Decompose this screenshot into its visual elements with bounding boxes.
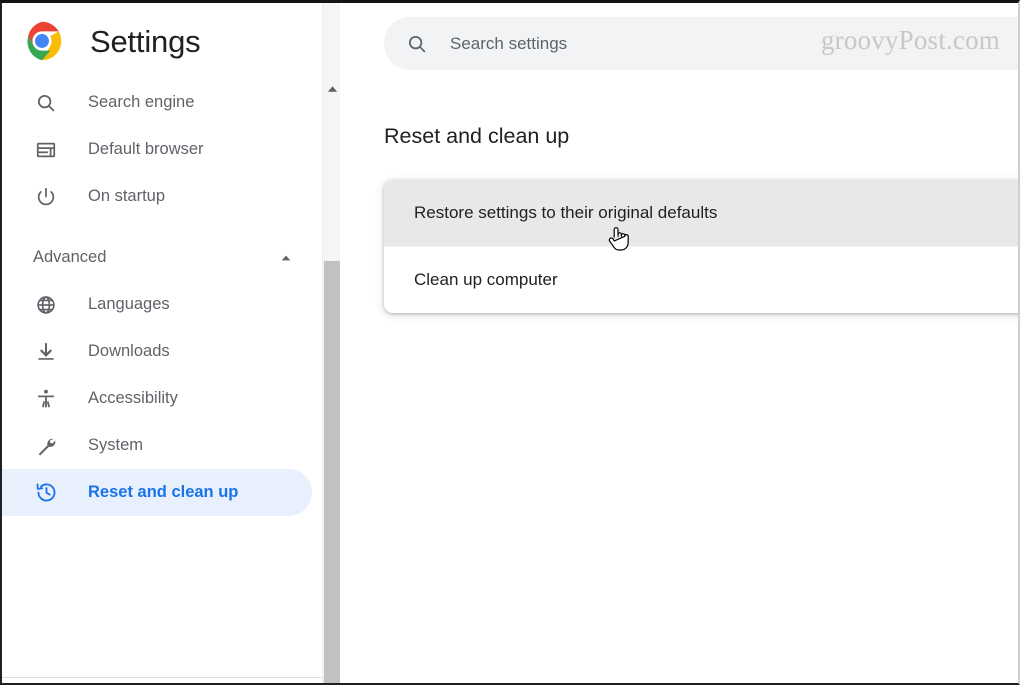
sidebar-item-reset-and-clean-up[interactable]: Reset and clean up [2, 469, 312, 516]
sidebar-item-label: Default browser [88, 140, 204, 158]
sidebar-item-label: System [88, 436, 144, 454]
sidebar-section-label: Advanced [33, 248, 107, 266]
triangle-up-icon[interactable] [323, 81, 341, 97]
settings-main-content: groovyPost.com Reset and clean up Restor… [344, 3, 1018, 683]
search-icon [406, 33, 428, 55]
sidebar-item-label: Downloads [88, 342, 170, 360]
download-icon [34, 340, 58, 364]
sidebar-item-label: Accessibility [88, 389, 178, 407]
row-label: Clean up computer [414, 270, 558, 289]
sidebar-item-search-engine[interactable]: Search engine [2, 79, 322, 126]
browser-settings-window: Settings Search engine Default browser O… [0, 0, 1020, 685]
sidebar-item-on-startup[interactable]: On startup [2, 173, 322, 220]
settings-sidebar: Settings Search engine Default browser O… [2, 3, 322, 683]
sidebar-item-default-browser[interactable]: Default browser [2, 126, 322, 173]
sidebar-item-accessibility[interactable]: Accessibility [2, 375, 322, 422]
sidebar-item-languages[interactable]: Languages [2, 281, 322, 328]
watermark-text: groovyPost.com [820, 25, 1000, 55]
sidebar-item-label: Search engine [88, 93, 195, 111]
sidebar-nav: Search engine Default browser On startup… [2, 79, 322, 683]
accessibility-icon [34, 387, 58, 411]
scrollbar-thumb[interactable] [324, 261, 340, 683]
sidebar-item-label: On startup [88, 187, 166, 205]
sidebar-item-system[interactable]: System [2, 422, 322, 469]
reset-options-card: Restore settings to their original defau… [384, 180, 1018, 313]
sidebar-item-downloads[interactable]: Downloads [2, 328, 322, 375]
sidebar-item-label: Languages [88, 295, 170, 313]
chrome-logo-icon [20, 19, 64, 63]
page-title: Settings [90, 23, 201, 59]
row-label: Restore settings to their original defau… [414, 203, 718, 222]
sidebar-bottom-divider [2, 677, 322, 678]
sidebar-header: Settings [2, 3, 322, 79]
browser-window-icon [34, 138, 58, 162]
search-icon [34, 91, 58, 115]
globe-icon [34, 293, 58, 317]
section-heading: Reset and clean up [384, 124, 570, 148]
row-restore-settings-to-defaults[interactable]: Restore settings to their original defau… [384, 180, 1018, 246]
wrench-icon [34, 434, 58, 458]
sidebar-scrollbar[interactable] [322, 3, 340, 683]
power-icon [34, 185, 58, 209]
search-input[interactable] [450, 17, 870, 70]
chevron-up-icon[interactable] [278, 250, 294, 266]
row-clean-up-computer[interactable]: Clean up computer [384, 247, 1018, 313]
sidebar-item-label: Reset and clean up [88, 483, 239, 501]
sidebar-section-advanced[interactable]: Advanced [2, 234, 322, 281]
history-reset-icon [34, 481, 58, 505]
